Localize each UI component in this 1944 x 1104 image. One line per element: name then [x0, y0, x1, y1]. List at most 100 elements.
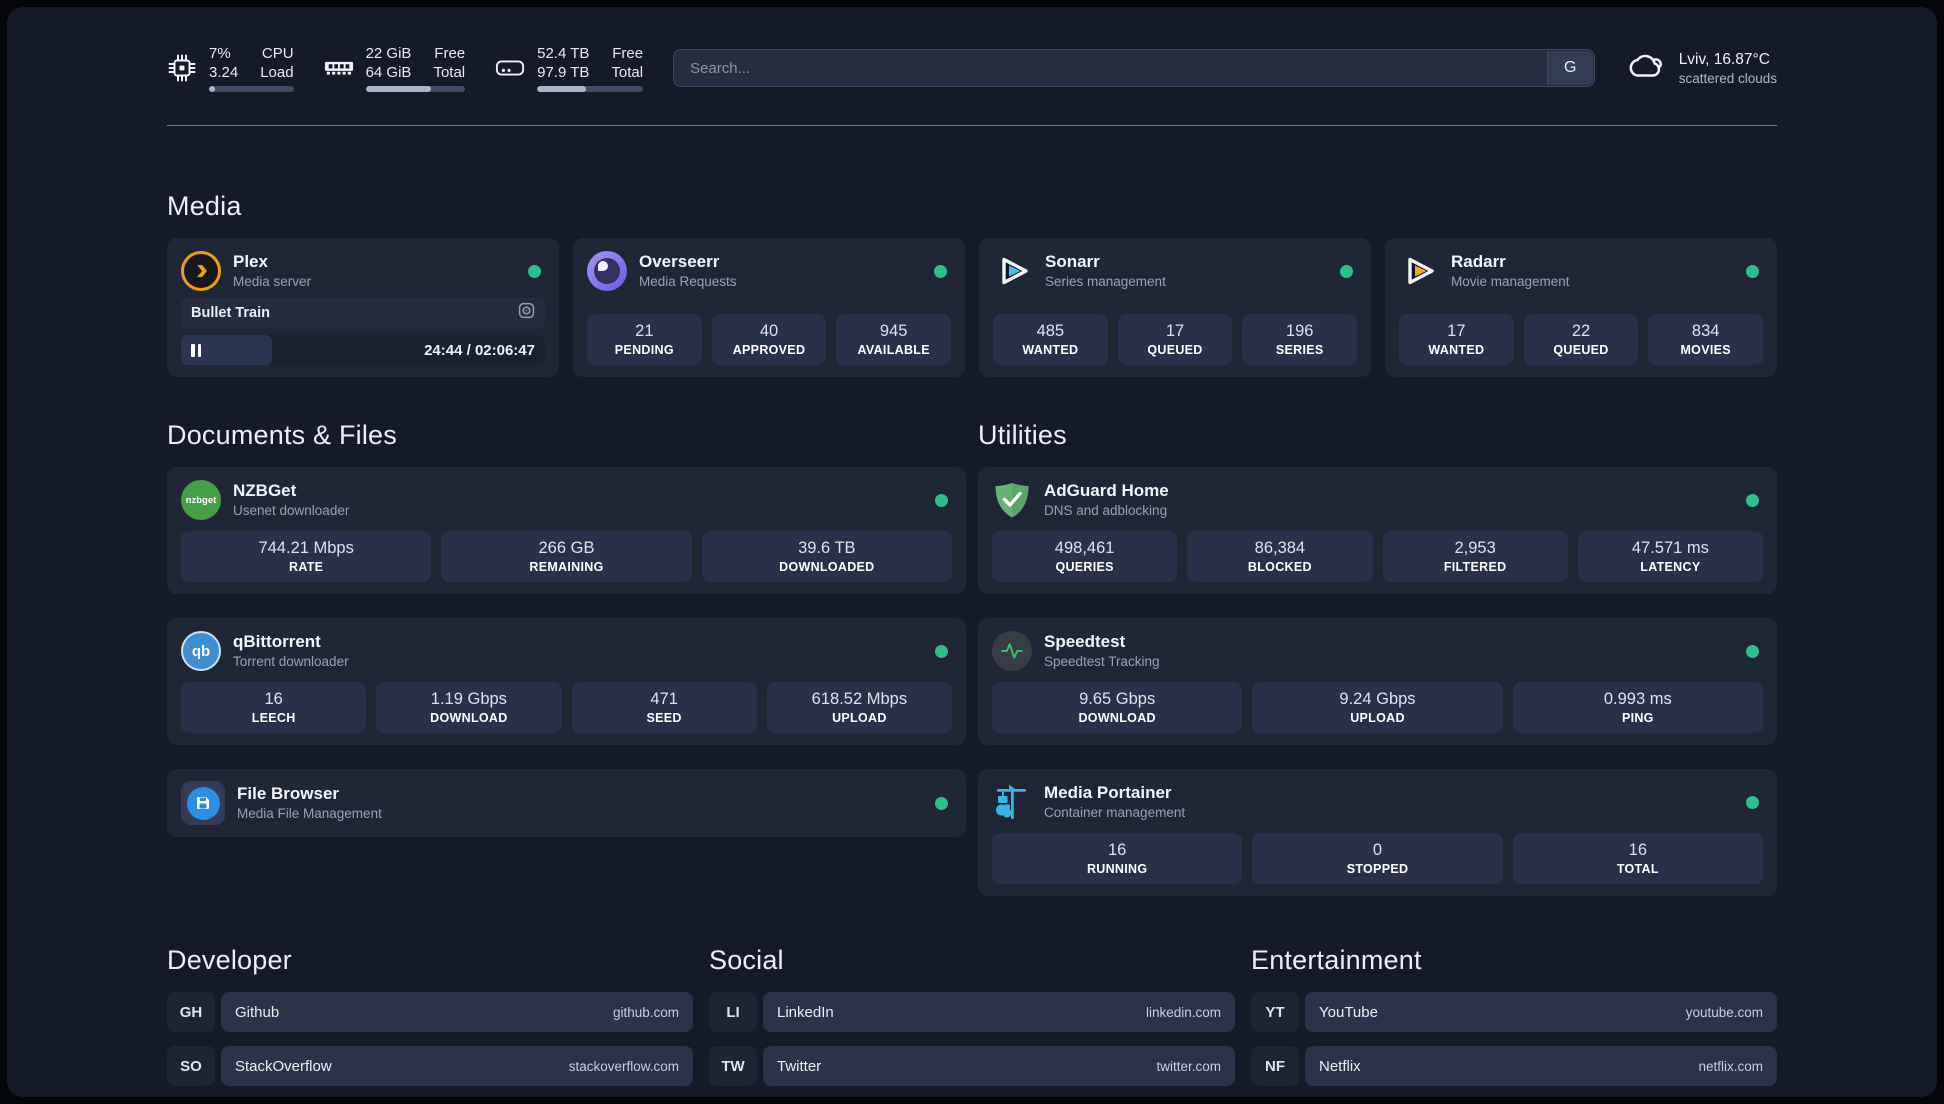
stat-queued: 22 QUEUED: [1523, 314, 1639, 365]
status-dot: [935, 796, 948, 810]
bookmark-link[interactable]: Netflix netflix.com: [1305, 1046, 1777, 1086]
status-dot: [935, 644, 948, 658]
search-input[interactable]: [673, 49, 1595, 87]
stat-series: 196 SERIES: [1242, 314, 1358, 365]
stat-latency: 47.571 ms LATENCY: [1577, 531, 1763, 582]
bookmark-netflix: NF Netflix netflix.com: [1251, 1046, 1777, 1086]
filebrowser-icon: [181, 781, 225, 825]
app-name: Overseerr: [639, 252, 720, 271]
header-bar: 7% 3.24 CPU Load 22 GiB 64 GiB Free Tota…: [167, 37, 1777, 99]
section-title-entertainment: Entertainment: [1251, 945, 1422, 975]
bookmark-tag[interactable]: YT: [1251, 992, 1299, 1032]
stat-upload: 618.52 Mbps UPLOAD: [766, 682, 952, 733]
app-card-nzbget[interactable]: nzbget NZBGet Usenet downloader 744.21 M…: [167, 467, 966, 594]
bookmark-youtube: YT YouTube youtube.com: [1251, 992, 1777, 1032]
stat-running: 16 RUNNING: [992, 833, 1243, 884]
memory-free-value: 22 GiB: [365, 45, 412, 62]
speedtest-icon: [992, 631, 1032, 671]
app-description: Movie management: [1451, 274, 1570, 289]
app-card-overseerr[interactable]: Overseerr Media Requests 21 PENDING 40 A…: [573, 238, 965, 377]
status-dot: [934, 264, 947, 278]
disk-stat: 52.4 TB 97.9 TB Free Total: [495, 44, 644, 92]
cpu-usage-value: 7%: [209, 45, 231, 62]
stat-blocked: 86,384 BLOCKED: [1187, 531, 1373, 582]
status-dot: [1746, 795, 1759, 809]
disc-icon[interactable]: [518, 302, 535, 324]
app-card-qbittorrent[interactable]: qb qBittorrent Torrent downloader 16 LEE…: [167, 618, 966, 745]
now-playing-title: Bullet Train: [191, 305, 270, 321]
app-description: DNS and adblocking: [1044, 503, 1168, 518]
bookmark-link[interactable]: LinkedIn linkedin.com: [763, 992, 1235, 1032]
memory-progress-bar: [365, 86, 466, 92]
system-stats: 7% 3.24 CPU Load 22 GiB 64 GiB Free Tota…: [167, 44, 644, 92]
app-name: NZBGet: [233, 481, 297, 500]
section-developer: Developer GH Github github.com SO StackO…: [167, 942, 693, 1097]
bookmark-tag[interactable]: NF: [1251, 1046, 1299, 1086]
app-card-filebrowser[interactable]: File Browser Media File Management: [167, 769, 966, 837]
stat-stopped: 0 STOPPED: [1252, 833, 1503, 884]
stat-wanted: 17 WANTED: [1399, 314, 1514, 365]
status-dot: [1746, 493, 1759, 507]
bookmark-tag[interactable]: GH: [167, 992, 215, 1032]
app-card-portainer[interactable]: Media Portainer Container management 16 …: [978, 769, 1777, 896]
app-card-speedtest[interactable]: Speedtest Speedtest Tracking 9.65 Gbps D…: [978, 618, 1777, 745]
memory-icon: [324, 57, 354, 79]
section-social: Social LI LinkedIn linkedin.com TW Twitt…: [709, 942, 1235, 1097]
header-divider: [167, 125, 1777, 126]
stat-queries: 498,461 QUERIES: [992, 531, 1178, 582]
bookmark-linkedin: LI LinkedIn linkedin.com: [709, 992, 1235, 1032]
app-card-sonarr[interactable]: Sonarr Series management 485 WANTED 17 Q…: [979, 238, 1371, 377]
status-dot: [1746, 264, 1759, 278]
bookmark-link[interactable]: Twitter twitter.com: [763, 1046, 1235, 1086]
memory-stat: 22 GiB 64 GiB Free Total: [324, 44, 466, 92]
memory-total-label: Total: [433, 64, 466, 81]
stat-seed: 471 SEED: [571, 682, 757, 733]
playback-time: 24:44 / 02:06:47: [424, 341, 535, 359]
app-description: Media Requests: [639, 274, 737, 289]
overseerr-icon: [587, 251, 627, 291]
adguard-icon: [992, 480, 1032, 520]
nzbget-icon: nzbget: [181, 480, 221, 520]
memory-free-label: Free: [434, 45, 466, 62]
app-description: Container management: [1044, 805, 1186, 820]
pause-icon[interactable]: [191, 343, 201, 357]
app-card-plex[interactable]: Plex Media server Bullet Train 24:44 / 0…: [167, 238, 559, 377]
stat-total: 16 TOTAL: [1512, 833, 1763, 884]
section-title-developer: Developer: [167, 945, 292, 975]
bookmark-link[interactable]: StackOverflow stackoverflow.com: [221, 1046, 693, 1086]
sonarr-icon: [993, 251, 1033, 291]
section-media: Media Plex Media server Bullet Train 24:…: [167, 188, 1777, 377]
dashboard: 7% 3.24 CPU Load 22 GiB 64 GiB Free Tota…: [7, 7, 1937, 1097]
app-description: Torrent downloader: [233, 654, 349, 669]
weather-widget: Lviv, 16.87°C scattered clouds: [1625, 50, 1777, 87]
bookmark-link[interactable]: YouTube youtube.com: [1305, 992, 1777, 1032]
bookmark-link[interactable]: Github github.com: [221, 992, 693, 1032]
disk-total-label: Total: [611, 64, 644, 81]
stat-remaining: 266 GB REMAINING: [441, 531, 692, 582]
status-dot: [528, 264, 541, 278]
section-title-social: Social: [709, 945, 784, 975]
stat-approved: 40 APPROVED: [711, 314, 827, 365]
stat-download: 1.19 Gbps DOWNLOAD: [376, 682, 562, 733]
app-description: Speedtest Tracking: [1044, 654, 1160, 669]
disk-icon: [495, 56, 525, 80]
stat-pending: 21 PENDING: [587, 314, 702, 365]
stat-ping: 0.993 ms PING: [1512, 682, 1763, 733]
app-card-adguard[interactable]: AdGuard Home DNS and adblocking 498,461 …: [978, 467, 1777, 594]
section-title-utilities: Utilities: [978, 420, 1067, 450]
status-dot: [1746, 644, 1759, 658]
bookmark-tag[interactable]: LI: [709, 992, 757, 1032]
app-name: Speedtest: [1044, 632, 1126, 651]
bookmark-github: GH Github github.com: [167, 992, 693, 1032]
app-name: File Browser: [237, 784, 340, 803]
disk-free-label: Free: [612, 45, 644, 62]
app-card-radarr[interactable]: Radarr Movie management 17 WANTED 22 QUE…: [1385, 238, 1777, 377]
search-bar: G: [673, 49, 1595, 87]
bookmark-tag[interactable]: TW: [709, 1046, 757, 1086]
weather-condition: scattered clouds: [1678, 70, 1777, 86]
status-dot: [935, 493, 948, 507]
search-provider-button[interactable]: G: [1546, 51, 1593, 85]
section-title-documents: Documents & Files: [167, 420, 397, 450]
bookmark-tag[interactable]: SO: [167, 1046, 215, 1086]
weather-location-temp: Lviv, 16.87°C: [1678, 50, 1770, 68]
